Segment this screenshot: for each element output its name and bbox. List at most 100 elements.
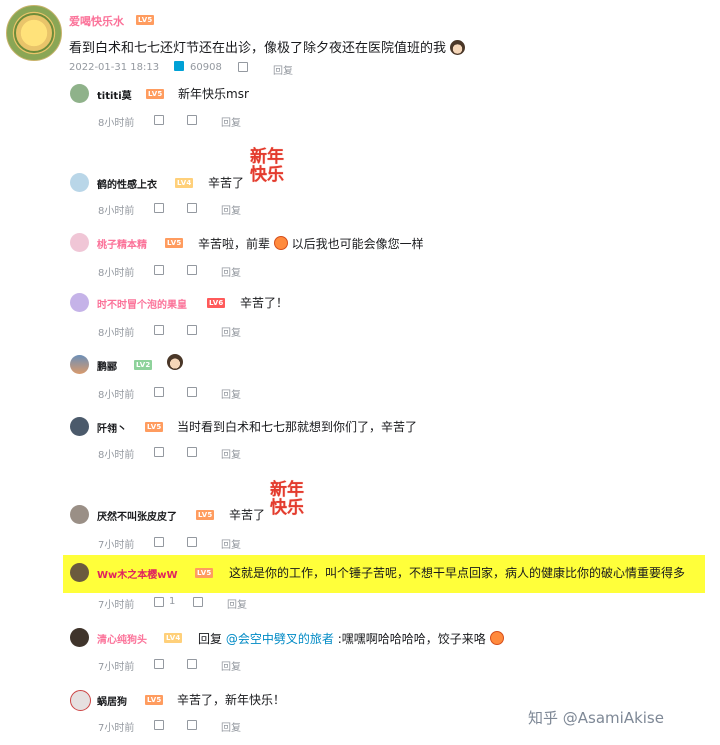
reply-meta: 7小时前 回复	[98, 536, 298, 551]
dislike-icon[interactable]	[187, 537, 197, 547]
avatar[interactable]	[70, 417, 89, 436]
level-badge: LV5	[165, 238, 184, 248]
new-year-sticker: 新年快乐	[250, 147, 284, 185]
reply-username[interactable]: tititi莫	[97, 87, 132, 102]
reply-meta: 7小时前 1 回复	[98, 596, 298, 611]
avatar[interactable]	[70, 505, 89, 524]
dislike-icon[interactable]	[187, 720, 197, 730]
reply-username[interactable]: 厌然不叫张皮皮了	[97, 508, 177, 523]
reply-time: 8小时前	[98, 206, 135, 217]
reply-time: 8小时前	[98, 118, 135, 129]
reply-item: 清心纯狗头 LV4 回复 @会空中劈叉的旅者 :嘿嘿啊哈哈哈哈，饺子来咯 7小时…	[0, 625, 720, 675]
reply-prefix: 回复	[198, 632, 223, 646]
like-icon[interactable]	[154, 265, 164, 275]
reply-text: 新年快乐msr	[178, 87, 249, 101]
like-icon[interactable]	[154, 537, 164, 547]
dislike-icon[interactable]	[238, 62, 248, 72]
avatar[interactable]	[70, 84, 89, 103]
reply-username[interactable]: 清心纯狗头	[97, 631, 147, 646]
reply-meta: 8小时前 回复	[98, 114, 298, 129]
dislike-icon[interactable]	[187, 659, 197, 669]
reply-button[interactable]: 回复	[221, 446, 241, 461]
level-badge: LV5	[145, 695, 164, 705]
chibi-emoji-icon	[167, 354, 183, 370]
reply-time: 8小时前	[98, 328, 135, 339]
like-icon[interactable]	[154, 325, 164, 335]
reply-item: 阡翎丶 LV5 当时看到白术和七七那就想到你们了，辛苦了 8小时前 回复	[0, 414, 720, 464]
avatar[interactable]	[70, 563, 89, 582]
reply-time: 7小时前	[98, 600, 135, 611]
level-badge: LV5	[195, 568, 214, 578]
reply-username[interactable]: 桃子精本精	[97, 236, 147, 251]
reply-text: 辛苦了	[229, 508, 266, 522]
avatar[interactable]	[70, 233, 89, 252]
reply-username[interactable]: 鹏郦	[97, 358, 117, 373]
like-icon[interactable]	[154, 659, 164, 669]
avatar[interactable]	[70, 173, 89, 192]
main-username[interactable]: 爱喝快乐水	[69, 13, 124, 29]
dislike-icon[interactable]	[187, 387, 197, 397]
dislike-icon[interactable]	[187, 325, 197, 335]
main-level-badge: LV5	[136, 15, 155, 25]
avatar[interactable]	[70, 355, 89, 374]
reply-time: 8小时前	[98, 390, 135, 401]
reply-button[interactable]: 回复	[221, 386, 241, 401]
level-badge: LV4	[164, 633, 183, 643]
reply-time: 7小时前	[98, 662, 135, 673]
level-badge: LV5	[196, 510, 215, 520]
reply-button[interactable]: 回复	[221, 536, 241, 551]
dumpling-emoji-icon	[489, 631, 504, 645]
reply-button[interactable]: 回复	[221, 114, 241, 129]
reply-meta: 7小时前 回复	[98, 719, 298, 734]
main-meta: 2022-01-31 18:13 60908 回复	[69, 61, 369, 77]
main-time: 2022-01-31 18:13	[69, 62, 160, 73]
avatar[interactable]	[70, 690, 91, 711]
reply-time: 8小时前	[98, 450, 135, 461]
chibi-emoji-icon	[450, 40, 466, 55]
main-like-count: 60908	[190, 62, 222, 73]
reply-username[interactable]: 蜗居狗	[97, 693, 127, 708]
reply-username[interactable]: 鹤的性感上衣	[97, 176, 157, 191]
like-icon[interactable]	[154, 203, 164, 213]
reply-time: 7小时前	[98, 540, 135, 551]
reply-item: tititi莫 LV5 新年快乐msr 8小时前 回复	[0, 82, 720, 132]
mention-link[interactable]: @会空中劈叉的旅者	[226, 632, 334, 646]
new-year-sticker: 新年快乐	[270, 480, 304, 518]
reply-username[interactable]: 阡翎丶	[97, 420, 127, 435]
dislike-icon[interactable]	[187, 447, 197, 457]
reply-username[interactable]: Ww木之本樱wW	[97, 566, 178, 581]
reply-button[interactable]: 回复	[221, 264, 241, 279]
reply-meta: 7小时前 回复	[98, 658, 298, 673]
main-comment-text: 看到白术和七七还灯节还在出诊，像极了除夕夜还在医院值班的我	[69, 37, 466, 56]
like-icon[interactable]	[154, 447, 164, 457]
reply-button[interactable]: 回复	[221, 202, 241, 217]
reply-time: 7小时前	[98, 723, 135, 734]
dislike-icon[interactable]	[187, 203, 197, 213]
reply-text: 当时看到白术和七七那就想到你们了，辛苦了	[177, 420, 418, 434]
reply-button[interactable]: 回复	[221, 324, 241, 339]
dislike-icon[interactable]	[187, 265, 197, 275]
reply-button[interactable]: 回复	[227, 596, 247, 611]
like-icon[interactable]	[154, 115, 164, 125]
like-icon[interactable]	[154, 387, 164, 397]
avatar[interactable]	[70, 628, 89, 647]
reply-button[interactable]: 回复	[221, 658, 241, 673]
main-avatar[interactable]	[6, 5, 62, 61]
reply-meta: 8小时前 回复	[98, 264, 298, 279]
level-badge: LV5	[145, 422, 164, 432]
reply-button[interactable]: 回复	[221, 719, 241, 734]
level-badge: LV4	[175, 178, 194, 188]
reply-text-part-b: 以后我也可能会像您一样	[291, 237, 424, 251]
main-comment: 爱喝快乐水 LV5 看到白术和七七还灯节还在出诊，像极了除夕夜还在医院值班的我 …	[0, 0, 720, 80]
like-icon[interactable]	[154, 597, 164, 607]
reply-item: 厌然不叫张皮皮了 LV5 辛苦了 新年快乐 7小时前 回复	[0, 476, 720, 551]
dislike-icon[interactable]	[187, 115, 197, 125]
reply-text: 这就是你的工作，叫个锤子苦呢，不想干早点回家，病人的健康比你的破心情重要得多	[229, 566, 686, 580]
like-icon[interactable]	[154, 720, 164, 730]
reply-item: 桃子精本精 LV5 辛苦啦，前辈 以后我也可能会像您一样 8小时前 回复	[0, 230, 720, 280]
reply-username[interactable]: 时不时冒个泡的果皇	[97, 296, 187, 311]
avatar[interactable]	[70, 293, 89, 312]
like-icon[interactable]	[174, 61, 184, 71]
dislike-icon[interactable]	[193, 597, 203, 607]
main-reply-button[interactable]: 回复	[273, 62, 293, 77]
